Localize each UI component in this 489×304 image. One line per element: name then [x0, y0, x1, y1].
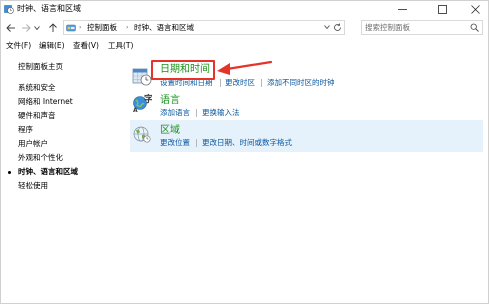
sidebar-item-programs[interactable]: 程序	[18, 125, 33, 135]
forward-arrow-icon	[22, 24, 31, 32]
up-arrow-icon	[49, 23, 57, 32]
minimize-button[interactable]	[387, 1, 417, 17]
search-input[interactable]	[365, 21, 465, 34]
address-box[interactable]: › 控制面板 › 时钟、语言和区域	[63, 20, 345, 35]
language-icon: 字 A	[133, 93, 152, 113]
control-panel-icon	[66, 24, 76, 32]
category-region-title[interactable]: 区域	[160, 125, 180, 137]
sidebar-item-hardware-sound[interactable]: 硬件和声音	[18, 111, 56, 121]
recent-locations-button[interactable]	[33, 22, 41, 34]
link-add-language[interactable]: 添加语言	[160, 108, 190, 118]
breadcrumb-separator-icon: ›	[79, 24, 82, 31]
close-button[interactable]	[460, 1, 488, 17]
link-divider	[196, 139, 197, 147]
sidebar-item-user-accounts[interactable]: 用户帐户	[18, 139, 48, 149]
search-box[interactable]	[361, 20, 483, 35]
link-divider	[220, 79, 221, 87]
search-icon[interactable]	[470, 23, 479, 32]
link-change-date-time-format[interactable]: 更改日期、时间或数字格式	[202, 138, 292, 148]
current-page-bullet-icon	[8, 171, 11, 174]
link-divider	[196, 109, 197, 117]
title-bar: 时钟、语言和区域	[1, 1, 488, 17]
minimize-icon	[397, 8, 407, 10]
link-add-clocks[interactable]: 添加不同时区的时钟	[267, 78, 335, 88]
breadcrumb-separator-icon: ›	[126, 24, 129, 31]
svg-text:字: 字	[144, 93, 152, 105]
menu-view[interactable]: 查看(V)	[73, 40, 99, 52]
menu-bar: 文件(F) 编辑(E) 查看(V) 工具(T)	[1, 39, 488, 53]
refresh-icon[interactable]	[333, 23, 342, 32]
sidebar-home-link[interactable]: 控制面板主页	[18, 62, 63, 72]
close-icon	[470, 4, 480, 14]
chevron-down-icon	[34, 26, 40, 31]
link-change-location[interactable]: 更改位置	[160, 138, 190, 148]
menu-edit[interactable]: 编辑(E)	[39, 40, 65, 52]
back-button[interactable]	[5, 22, 17, 34]
maximize-icon	[437, 4, 447, 14]
link-change-input-method[interactable]: 更换输入法	[202, 108, 240, 118]
menu-tools[interactable]: 工具(T)	[108, 40, 133, 52]
forward-button[interactable]	[20, 22, 32, 34]
svg-text:A: A	[133, 107, 138, 113]
address-bar: › 控制面板 › 时钟、语言和区域	[1, 18, 488, 38]
up-button[interactable]	[47, 22, 59, 34]
clock-region-app-icon	[4, 5, 14, 14]
sidebar-item-clock-language-region: 时钟、语言和区域	[18, 167, 78, 176]
clock-calendar-icon	[132, 68, 152, 86]
sidebar-item-system-security[interactable]: 系统和安全	[18, 83, 56, 93]
sidebar-item-ease-of-access[interactable]: 轻松使用	[18, 181, 48, 191]
link-change-time-zone[interactable]: 更改时区	[225, 78, 255, 88]
sidebar-item-network-internet[interactable]: 网络和 Internet	[18, 97, 73, 107]
chevron-down-icon[interactable]	[324, 24, 330, 30]
control-panel-window: 时钟、语言和区域 › 控制面板 › 时钟、语言和区域 搜索控制面板 文件(F) …	[0, 0, 489, 304]
menu-file[interactable]: 文件(F)	[6, 40, 31, 52]
back-arrow-icon	[6, 24, 15, 32]
category-language-title[interactable]: 语言	[160, 95, 180, 107]
link-divider	[261, 79, 262, 87]
breadcrumb-control-panel[interactable]: 控制面板	[87, 21, 117, 34]
sidebar-item-appearance[interactable]: 外观和个性化	[18, 153, 63, 163]
annotation-highlight-box	[151, 60, 215, 80]
region-globe-icon	[133, 126, 151, 143]
maximize-button[interactable]	[427, 1, 457, 17]
window-title: 时钟、语言和区域	[17, 4, 81, 13]
breadcrumb-current[interactable]: 时钟、语言和区域	[134, 21, 194, 34]
